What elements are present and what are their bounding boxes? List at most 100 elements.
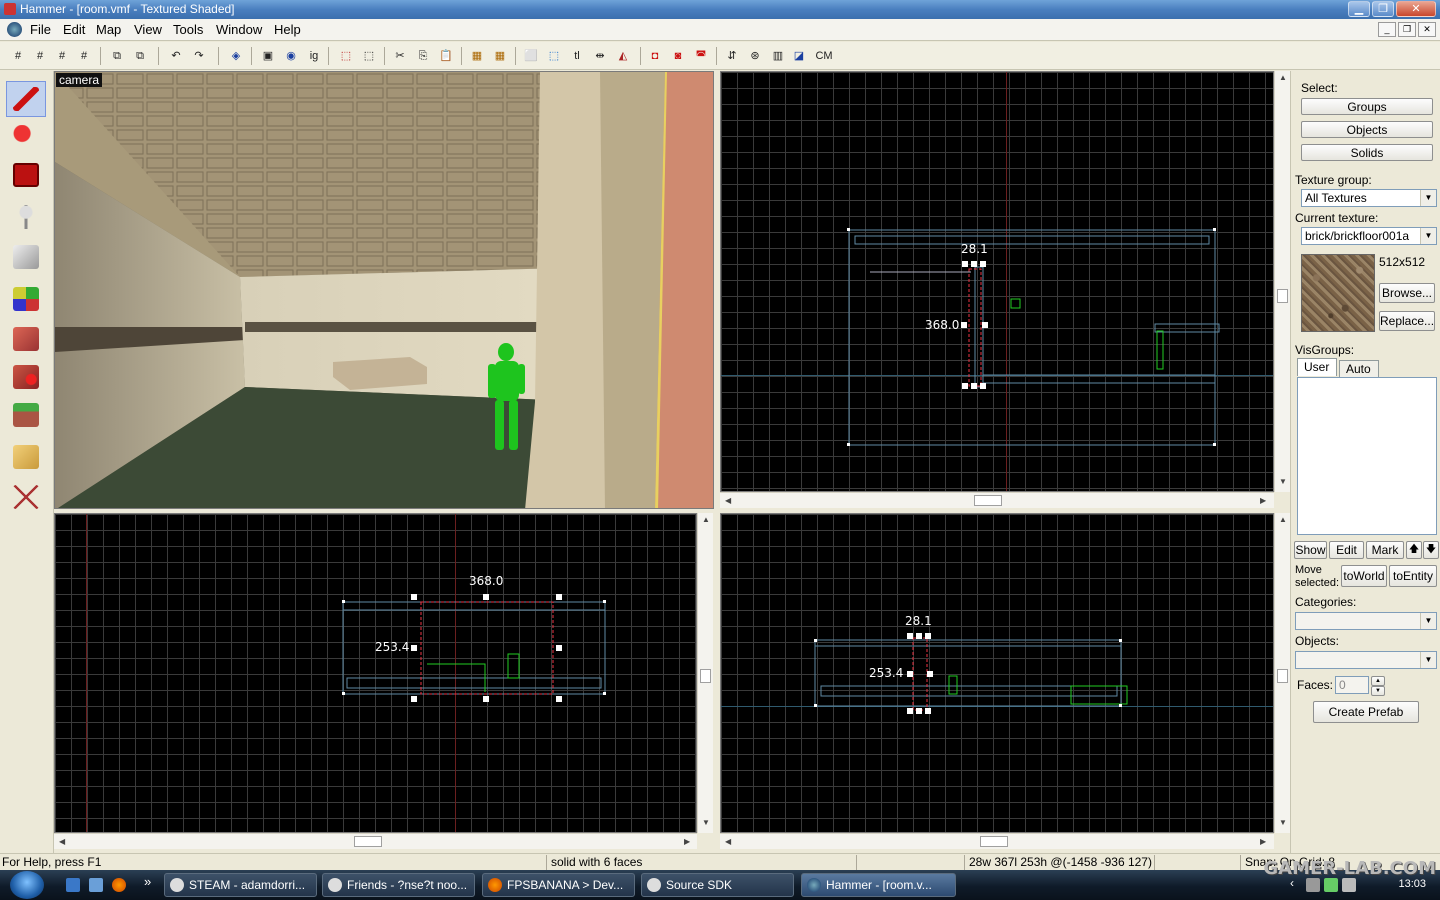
paste-icon[interactable]: 📋: [436, 46, 456, 66]
faces-input[interactable]: 0: [1335, 676, 1369, 694]
selection-box-icon[interactable]: ▣: [258, 46, 278, 66]
cut-icon[interactable]: ✂: [390, 46, 410, 66]
dropdown-arrow-icon[interactable]: ▼: [1420, 652, 1436, 668]
align-icon[interactable]: ⇹: [590, 46, 610, 66]
camera-tool[interactable]: [6, 157, 46, 193]
cordon-icon[interactable]: ◘: [645, 46, 665, 66]
map-properties-icon[interactable]: ▥: [768, 46, 788, 66]
side-viewport-vscroll[interactable]: ▲ ▼: [1274, 513, 1290, 833]
dropdown-arrow-icon[interactable]: ▼: [1420, 190, 1436, 206]
front-viewport[interactable]: 368.0 253.4: [54, 513, 697, 833]
menu-window[interactable]: Window: [216, 22, 262, 37]
grid-toggle-icon[interactable]: #: [8, 46, 28, 66]
task-friends[interactable]: Friends - ?nse?t noo...: [322, 873, 475, 897]
cordon-apply-icon[interactable]: ◚: [691, 46, 711, 66]
clipping-tool[interactable]: [6, 439, 46, 475]
faces-up-icon[interactable]: ▲: [1371, 676, 1385, 686]
check-problems-icon[interactable]: ⊛: [745, 46, 765, 66]
front-viewport-hscroll[interactable]: ◀ ▶: [54, 833, 697, 849]
top-viewport[interactable]: 28.1 368.0: [720, 71, 1274, 492]
scroll-right-icon[interactable]: ▶: [1260, 837, 1266, 846]
grid-smaller-icon[interactable]: #: [52, 46, 72, 66]
objects-button[interactable]: Objects: [1301, 121, 1433, 138]
show-button[interactable]: Show: [1294, 541, 1327, 559]
menu-tools[interactable]: Tools: [173, 22, 203, 37]
run-map-icon[interactable]: ◪: [789, 46, 809, 66]
categories-select[interactable]: ▼: [1295, 612, 1437, 630]
scroll-thumb[interactable]: [700, 669, 711, 683]
side-viewport[interactable]: 28.1 253.4: [720, 513, 1274, 833]
menu-help[interactable]: Help: [274, 22, 301, 37]
scroll-up-icon[interactable]: ▲: [1279, 515, 1287, 524]
decal-tool[interactable]: [6, 359, 46, 395]
solids-button[interactable]: Solids: [1301, 144, 1433, 161]
task-source-sdk[interactable]: Source SDK: [641, 873, 794, 897]
menu-file[interactable]: File: [30, 22, 51, 37]
quicklaunch-chevron[interactable]: »: [144, 874, 151, 889]
tray-app-icon[interactable]: [1306, 878, 1320, 892]
task-steam[interactable]: STEAM - adamdorri...: [164, 873, 317, 897]
texture-preview[interactable]: [1301, 254, 1375, 332]
toggle-helpers-icon[interactable]: ▦: [467, 46, 487, 66]
scroll-up-icon[interactable]: ▲: [702, 515, 710, 524]
move-up-icon[interactable]: 🡅: [1406, 541, 1422, 559]
top-viewport-vscroll[interactable]: ▲ ▼: [1274, 71, 1290, 492]
task-hammer[interactable]: Hammer - [room.v...: [801, 873, 956, 897]
texture-lock-icon[interactable]: ◉: [281, 46, 301, 66]
scroll-thumb[interactable]: [980, 836, 1008, 847]
dropdown-arrow-icon[interactable]: ▼: [1420, 228, 1436, 244]
edit-button[interactable]: Edit: [1329, 541, 1364, 559]
group-icon[interactable]: ⧉: [107, 46, 127, 66]
top-viewport-hscroll[interactable]: ◀ ▶: [720, 492, 1274, 508]
camera-viewport[interactable]: camera: [54, 71, 714, 509]
mdi-close-icon[interactable]: ✕: [1418, 22, 1436, 37]
show-all-icon[interactable]: ⬚: [359, 46, 379, 66]
redo-icon[interactable]: ↷: [189, 46, 209, 66]
visgroups-list[interactable]: [1297, 377, 1437, 535]
toggle-models-icon[interactable]: ▦: [490, 46, 510, 66]
close-icon[interactable]: ✕: [1396, 1, 1436, 17]
side-viewport-hscroll[interactable]: ◀ ▶: [720, 833, 1274, 849]
select-all-icon[interactable]: ⬜: [521, 46, 541, 66]
scroll-down-icon[interactable]: ▼: [1279, 477, 1287, 486]
mdi-minimize-icon[interactable]: _: [1378, 22, 1396, 37]
entity-report-icon[interactable]: ⇵: [722, 46, 742, 66]
start-button[interactable]: [10, 871, 44, 899]
cordon-edit-icon[interactable]: ◙: [668, 46, 688, 66]
cm-button[interactable]: CM: [812, 46, 836, 66]
replace-button[interactable]: Replace...: [1379, 311, 1435, 331]
move-down-icon[interactable]: 🡇: [1423, 541, 1439, 559]
groups-button[interactable]: Groups: [1301, 98, 1433, 115]
document-globe-icon[interactable]: [7, 22, 22, 37]
vertex-tool[interactable]: [6, 479, 46, 515]
front-viewport-vscroll[interactable]: ▲ ▼: [697, 513, 713, 833]
overlay-tool[interactable]: [6, 397, 46, 433]
select-none-icon[interactable]: ⬚: [544, 46, 564, 66]
scroll-thumb[interactable]: [1277, 289, 1288, 303]
scroll-left-icon[interactable]: ◀: [59, 837, 65, 846]
dropdown-arrow-icon[interactable]: ▼: [1420, 613, 1436, 629]
to-entity-button[interactable]: toEntity: [1389, 565, 1437, 587]
menu-view[interactable]: View: [134, 22, 162, 37]
scroll-left-icon[interactable]: ◀: [725, 837, 731, 846]
scroll-right-icon[interactable]: ▶: [684, 837, 690, 846]
tab-user[interactable]: User: [1297, 358, 1337, 376]
tl-button[interactable]: tl: [567, 46, 587, 66]
scroll-thumb[interactable]: [1277, 669, 1288, 683]
grid-3d-icon[interactable]: #: [30, 46, 50, 66]
texture-group-select[interactable]: All Textures ▼: [1301, 189, 1437, 207]
scroll-up-icon[interactable]: ▲: [1279, 73, 1287, 82]
browse-button[interactable]: Browse...: [1379, 283, 1435, 303]
faces-down-icon[interactable]: ▼: [1371, 686, 1385, 696]
to-world-button[interactable]: toWorld: [1341, 565, 1387, 587]
objects-select[interactable]: ▼: [1295, 651, 1437, 669]
switch-windows-icon[interactable]: [89, 878, 103, 892]
carve-icon[interactable]: ◈: [226, 46, 246, 66]
ungroup-icon[interactable]: ⧉: [130, 46, 150, 66]
copy-icon[interactable]: ⎘: [413, 46, 433, 66]
hide-selection-icon[interactable]: ⬚: [336, 46, 356, 66]
flip-icon[interactable]: ◭: [613, 46, 633, 66]
scroll-thumb[interactable]: [354, 836, 382, 847]
ignore-groups-icon[interactable]: ig: [304, 46, 324, 66]
current-texture-select[interactable]: brick/brickfloor001a ▼: [1301, 227, 1437, 245]
